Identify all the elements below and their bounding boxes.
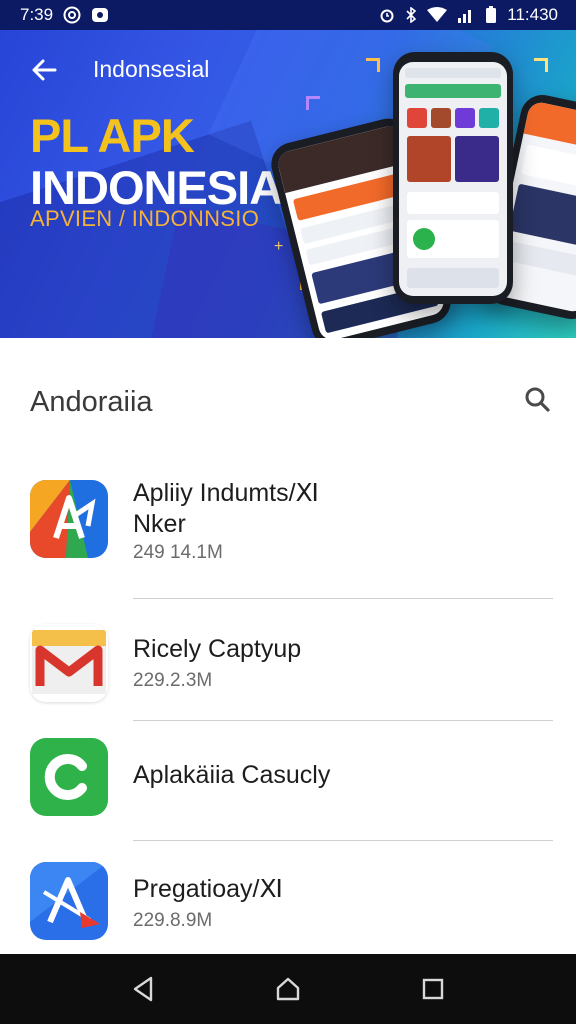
system-navigation-bar: [0, 954, 576, 1024]
nav-recents-button[interactable]: [408, 964, 458, 1014]
screen-statusbar: [405, 68, 501, 78]
status-time: 7:39: [20, 5, 54, 24]
status-bar-right: 11:430: [379, 5, 558, 25]
app-list-item[interactable]: Aplakäiia Casucly: [0, 734, 576, 838]
copyright-circle-icon: [63, 6, 81, 24]
decorative-bracket: [534, 58, 548, 72]
status-clock: 11:430: [507, 5, 558, 24]
search-button[interactable]: [520, 382, 554, 416]
back-button[interactable]: [26, 52, 62, 88]
app-size: 229.8.9M: [133, 910, 213, 931]
app-list-section: Andoraiia Apliiy Indumts/Ⅺ Nker 249 14.1…: [0, 338, 576, 954]
screen-card: [407, 136, 451, 182]
screen-tile: [479, 108, 499, 128]
screen-card: [509, 183, 576, 249]
list-divider: [133, 720, 553, 721]
sparkle-icon: +: [274, 238, 284, 255]
hero-banner: Indonsesial PL APK INDONESIA APVIEN / IN…: [0, 30, 576, 338]
status-bar-left: 7:39: [20, 5, 109, 25]
app-name: Ricely Captyup: [133, 635, 302, 663]
app-name: Aplakäiia Casucly: [133, 761, 331, 789]
app-list-item[interactable]: Ricely Captyup 229.2.3M: [0, 612, 576, 720]
gmail-envelope-icon: [30, 624, 108, 702]
screen-row: [407, 192, 499, 214]
decorative-bracket: [366, 58, 380, 72]
screen-card: [455, 136, 499, 182]
app-name-line2: Nker: [133, 510, 186, 538]
screen-header: [405, 84, 501, 98]
app-name-line1: Apliiy Indumts/Ⅺ: [133, 479, 319, 507]
app-size: 249 14.1M: [133, 542, 223, 563]
battery-icon: [485, 6, 497, 24]
screen-row: [502, 240, 576, 278]
nav-back-button[interactable]: [118, 964, 168, 1014]
screen-app-icon: [413, 228, 435, 250]
alarm-icon: [379, 7, 395, 23]
app-list-item[interactable]: Pregatioay/Ⅺ 229.8.9M: [0, 852, 576, 952]
hero-subtitle: APVIEN / INDONNSIO: [30, 206, 260, 231]
app-name: Pregatioay/Ⅺ: [133, 875, 283, 903]
search-icon: [525, 387, 550, 412]
hero-headline-line1: PL APK: [30, 109, 195, 162]
screen-tile: [431, 108, 451, 128]
screen-dock: [407, 268, 499, 288]
list-divider: [133, 598, 553, 599]
recents-square-icon: [423, 978, 444, 1000]
phone-screen: [399, 62, 507, 296]
screen-tile: [455, 108, 475, 128]
bluetooth-icon: [405, 7, 417, 23]
arrow-left-icon: [32, 59, 57, 81]
app-size: 229.2.3M: [133, 670, 213, 691]
section-title: Andoraiia: [30, 386, 153, 418]
hero-headline: PL APK INDONESIA: [30, 109, 283, 214]
home-icon: [276, 977, 300, 1001]
phone-mockup-center: [393, 52, 513, 304]
app-name: Apliiy Indumts/Ⅺ Nker: [133, 478, 319, 540]
notification-app-icon: [91, 6, 109, 24]
wifi-icon: [427, 7, 448, 23]
app-bar-title: Indonsesial: [93, 56, 210, 82]
screen-row: [521, 144, 576, 192]
list-divider: [133, 840, 553, 841]
back-triangle-icon: [133, 976, 152, 1002]
nav-home-button[interactable]: [263, 964, 313, 1014]
status-bar: 7:39 11:430: [0, 0, 576, 30]
signal-icon: [457, 7, 475, 23]
app-list-item[interactable]: Apliiy Indumts/Ⅺ Nker 249 14.1M: [0, 466, 576, 586]
multicolor-a-icon: [30, 480, 108, 558]
screen-tile: [407, 108, 427, 128]
green-c-icon: [30, 738, 108, 816]
decorative-bracket: [306, 96, 320, 110]
blue-a-arrow-icon: [30, 862, 108, 940]
